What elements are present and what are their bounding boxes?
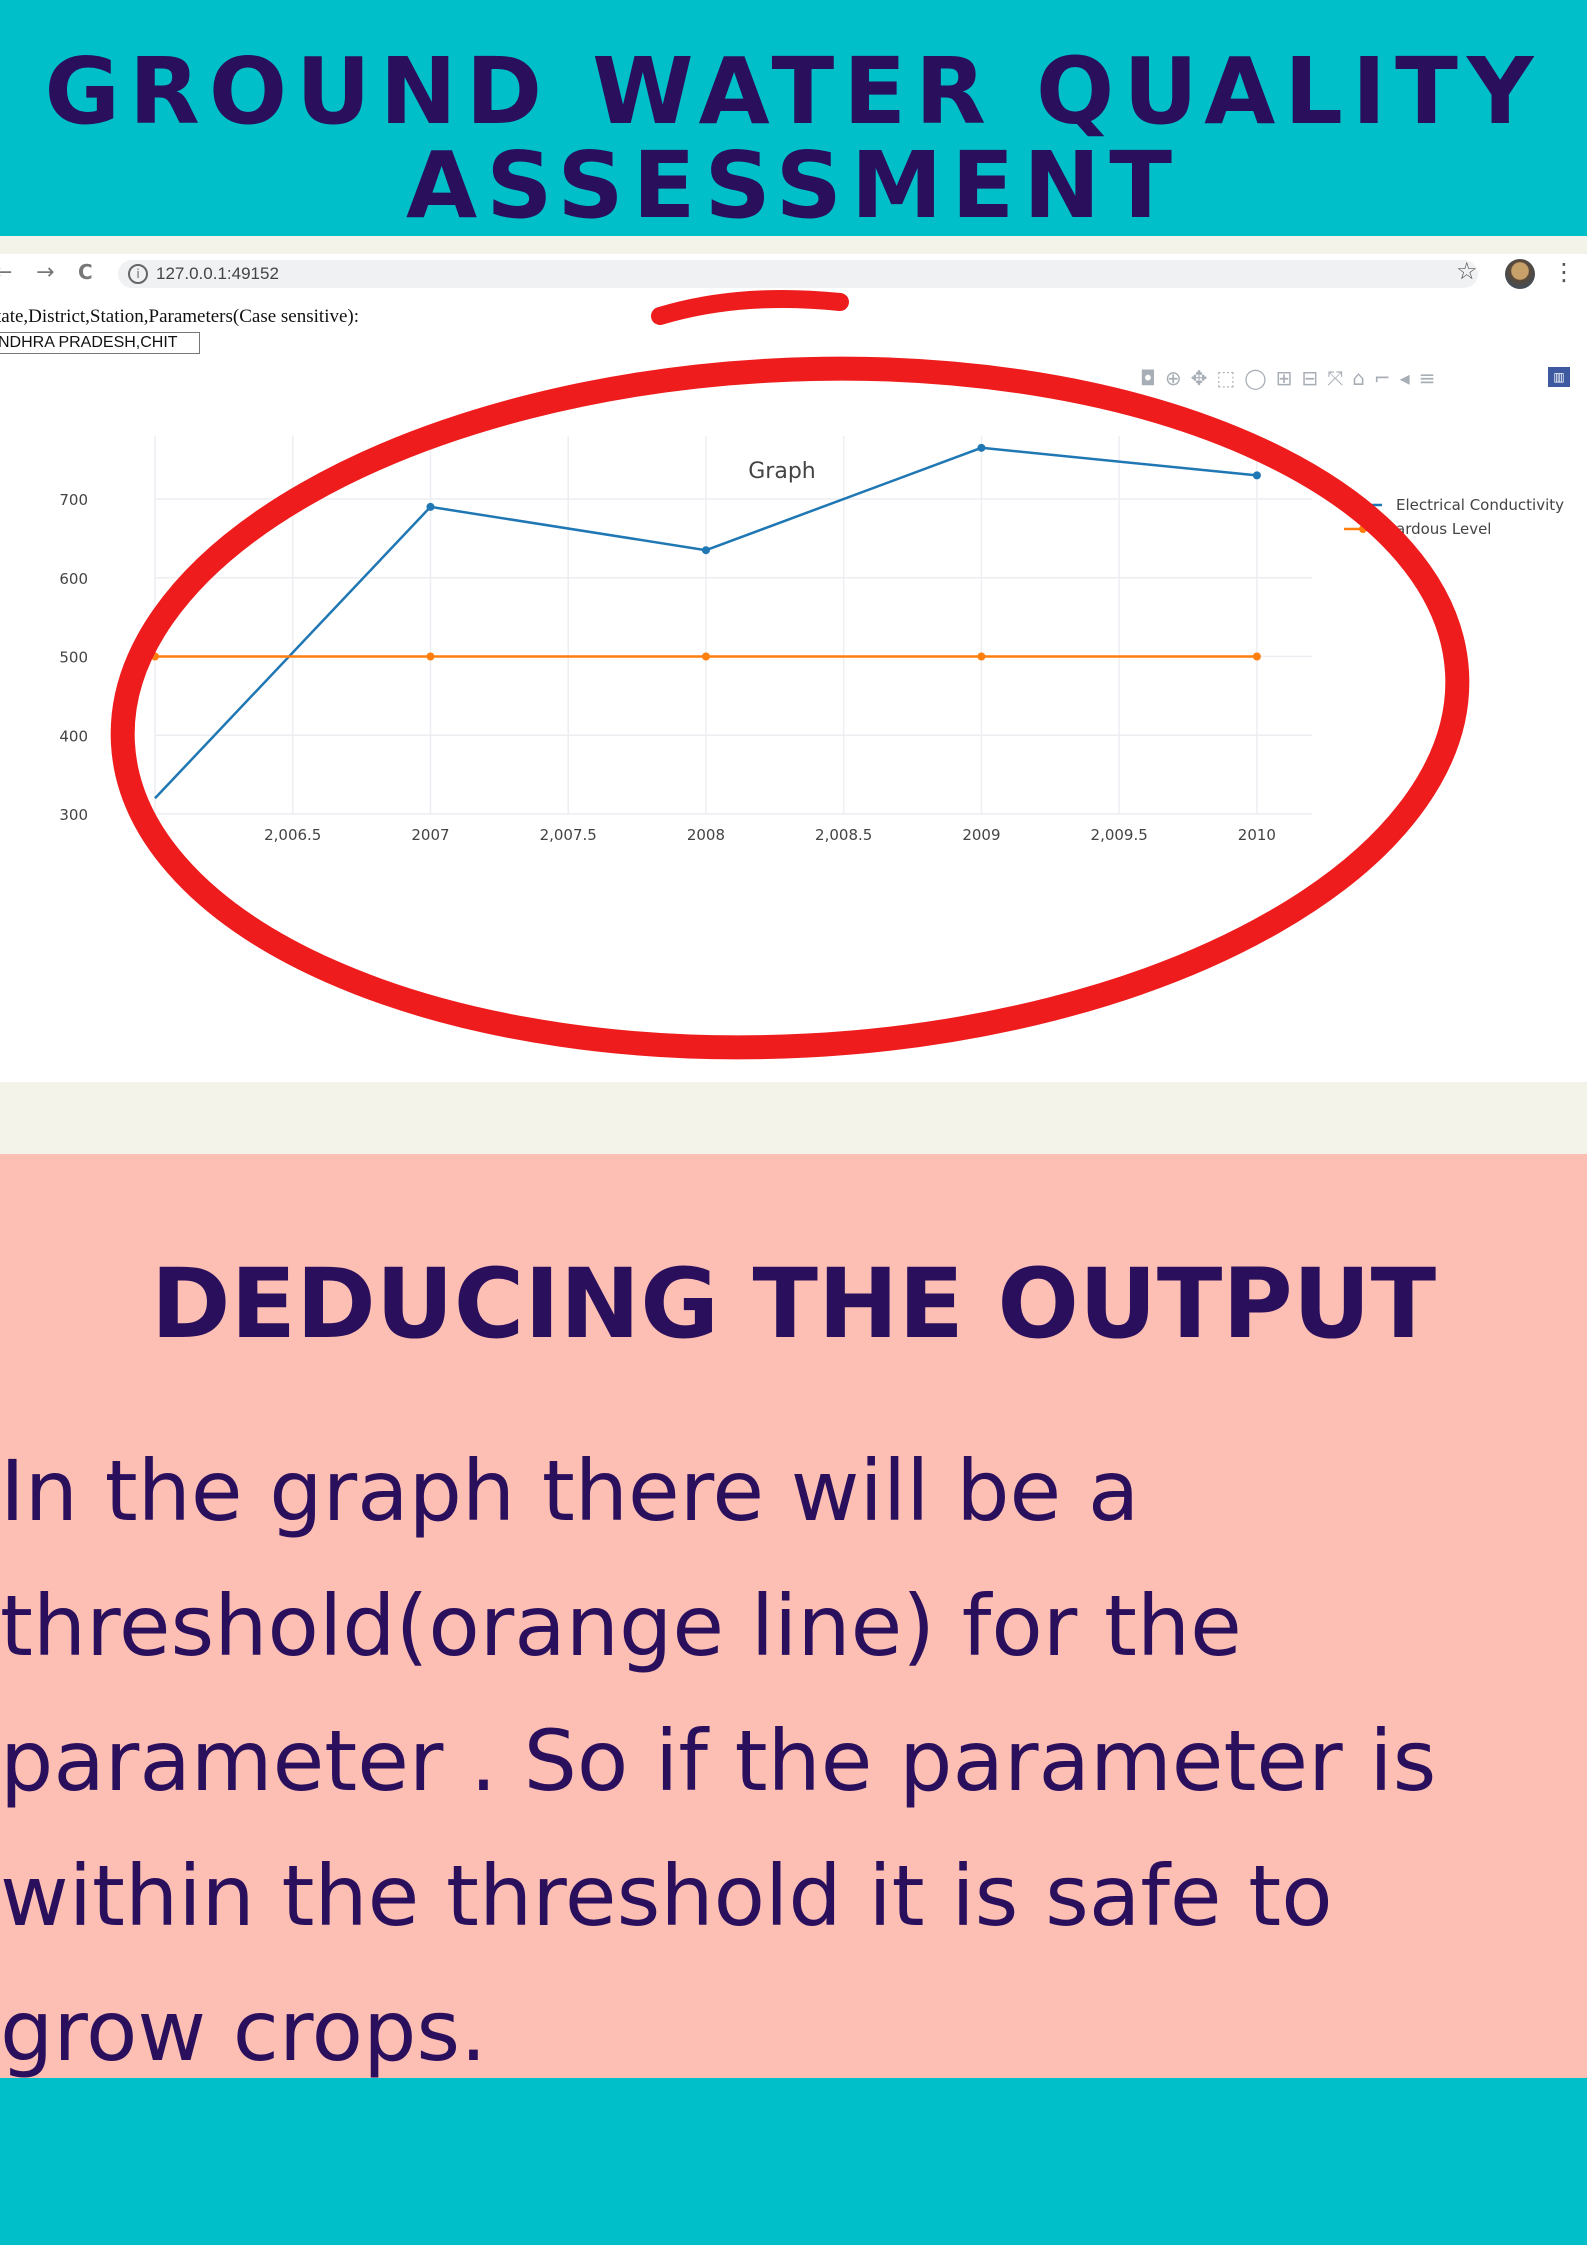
body-line: In the graph there will be a	[0, 1442, 1140, 1540]
red-circle-annotation	[110, 356, 1470, 1060]
body-line: within the threshold it is safe to	[0, 1847, 1333, 1945]
body-line: threshold(orange line) for the	[0, 1577, 1242, 1675]
browser-screenshot: ← → C i 127.0.0.1:49152 ☆ ⋮ tate,Distric…	[0, 236, 1587, 1154]
red-scribble-annotation	[651, 289, 849, 325]
annotation-overlay	[110, 289, 1470, 1060]
body-line: parameter . So if the parameter is	[0, 1712, 1437, 1810]
section-body: In the graph there will be a threshold(o…	[0, 1424, 1580, 2099]
top-banner: GROUND WATER QUALITY ASSESSMENT	[0, 0, 1587, 236]
banner-title-line-2: ASSESSMENT	[406, 132, 1181, 239]
bottom-band	[0, 2078, 1587, 2245]
section-title: DEDUCING THE OUTPUT	[150, 1248, 1437, 1360]
deduction-section: DEDUCING THE OUTPUT In the graph there w…	[0, 1154, 1587, 2080]
banner-title-line-1: GROUND WATER QUALITY	[44, 38, 1543, 145]
